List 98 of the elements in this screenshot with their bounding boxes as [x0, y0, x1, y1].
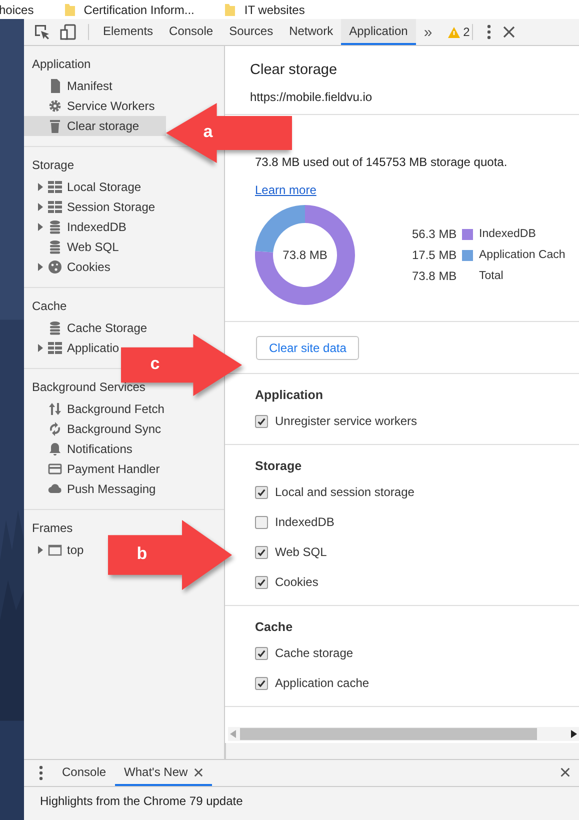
sidebar-item[interactable]: Clear storage [24, 116, 166, 136]
expand-arrow-icon[interactable] [38, 546, 43, 554]
scroll-right-icon[interactable] [571, 730, 577, 738]
legend-label: IndexedDB [479, 228, 536, 240]
callout-letter: b [136, 544, 148, 564]
expand-arrow-icon[interactable] [38, 183, 43, 191]
close-drawer-button[interactable]: × [551, 763, 579, 783]
checkbox-label: Unregister service workers [275, 414, 418, 428]
panel-tab[interactable]: Application [341, 19, 416, 45]
drawer-tab[interactable]: What's New [115, 760, 212, 786]
close-icon[interactable] [502, 26, 515, 38]
section-heading: Storage [31, 157, 76, 174]
group-heading: Storage [255, 459, 303, 473]
horizontal-scrollbar[interactable] [228, 727, 579, 741]
sync-icon [48, 422, 62, 436]
sidebar-item[interactable]: Push Messaging [24, 479, 158, 499]
warning-icon [448, 26, 460, 38]
legend-amount: 56.3 MB [412, 227, 458, 241]
legend-amount: 73.8 MB [412, 269, 458, 283]
expand-arrow-icon[interactable] [38, 223, 43, 231]
expand-arrow-icon[interactable] [38, 344, 43, 352]
database-icon [48, 240, 62, 254]
menu-icon[interactable] [486, 24, 491, 40]
menu-icon[interactable] [39, 765, 43, 781]
checkbox-label: Local and session storage [275, 485, 414, 499]
donut-total-label: 73.8 MB [282, 248, 328, 262]
callout-letter: a [202, 122, 214, 142]
grid-icon [48, 200, 62, 214]
section-heading: Frames [31, 520, 74, 537]
warning-count[interactable]: 2 [463, 25, 470, 39]
card-icon [48, 462, 62, 476]
learn-more-link[interactable]: Learn more [255, 183, 316, 197]
page-title: Clear storage [250, 62, 338, 78]
sidebar-item[interactable]: Applicatio [24, 338, 122, 358]
sidebar-item[interactable]: Local Storage [24, 177, 144, 197]
group-heading: Application [255, 388, 324, 402]
bell-icon [48, 442, 62, 456]
expand-arrow-icon[interactable] [38, 263, 43, 271]
database-icon [48, 220, 62, 234]
clear-site-data-button[interactable]: Clear site data [256, 336, 360, 360]
checkbox-label: Cache storage [275, 646, 354, 660]
sidebar-item[interactable]: Service Workers [24, 96, 157, 116]
section-heading: Application [31, 56, 92, 73]
more-tabs-button[interactable]: » [416, 24, 440, 40]
file-icon [48, 79, 62, 93]
checkbox[interactable] [255, 414, 268, 428]
expand-arrow-icon[interactable] [38, 203, 43, 211]
checkbox[interactable] [255, 516, 268, 528]
drawer-tab[interactable]: Console [53, 760, 116, 786]
checkbox[interactable] [255, 576, 268, 588]
checkbox[interactable] [255, 486, 268, 498]
checkbox-label: Web SQL [275, 545, 327, 559]
panel-tab[interactable]: Console [161, 19, 222, 45]
sidebar-item[interactable]: Background Sync [24, 419, 164, 439]
grid-icon [48, 341, 62, 355]
origin-url: https://mobile.fieldvu.io [250, 90, 374, 104]
cookie-icon [48, 260, 62, 274]
sidebar-item[interactable]: Web SQL [24, 237, 121, 257]
sidebar-item[interactable]: IndexedDB [24, 217, 128, 237]
bookmark-link[interactable]: Certification Inform... [84, 2, 194, 18]
section-heading: Cache [31, 298, 68, 315]
up-down-arrows-icon [48, 402, 62, 416]
sidebar-item[interactable]: Background Fetch [24, 399, 166, 419]
panel-tab[interactable]: Network [281, 19, 342, 45]
checkbox-label: Cookies [275, 575, 318, 589]
sidebar-item[interactable]: top [24, 540, 86, 560]
panel-tab[interactable]: Elements [95, 19, 162, 45]
usage-text: 73.8 MB used out of 145753 MB storage quota. [255, 155, 508, 169]
trash-icon [48, 119, 62, 133]
group-heading: Cache [255, 620, 294, 634]
sidebar-item[interactable]: Manifest [24, 76, 114, 96]
sidebar-item[interactable]: Cookies [24, 257, 112, 277]
checkbox[interactable] [255, 676, 268, 690]
device-icon[interactable] [60, 24, 76, 40]
legend-amount: 17.5 MB [412, 248, 458, 262]
bookmark-link[interactable]: IT websites [244, 2, 305, 18]
checkbox[interactable] [255, 546, 268, 558]
frame-icon [48, 543, 62, 557]
legend-label: Application Cach [479, 249, 566, 261]
section-heading: Background Services [31, 379, 146, 396]
grid-icon [48, 180, 62, 194]
gear-icon [48, 99, 62, 113]
sidebar-item[interactable]: Payment Handler [24, 459, 162, 479]
checkbox-label: IndexedDB [275, 515, 334, 529]
whats-new-text: Highlights from the Chrome 79 update [39, 793, 244, 808]
sidebar-item[interactable]: Cache Storage [24, 318, 150, 338]
checkbox[interactable] [255, 646, 268, 660]
checkbox-label: Application cache [275, 676, 370, 690]
bookmark-link[interactable]: hoices [0, 2, 34, 18]
legend-label: Total [479, 270, 504, 282]
close-tab-icon[interactable] [194, 768, 203, 776]
panel-tab[interactable]: Sources [221, 19, 282, 45]
sidebar-item[interactable]: Notifications [24, 439, 134, 459]
sidebar-item[interactable]: Session Storage [24, 197, 158, 217]
cloud-icon [48, 482, 62, 496]
inspect-icon[interactable] [34, 24, 50, 40]
callout-letter: c [149, 354, 161, 374]
database-icon [48, 321, 62, 335]
